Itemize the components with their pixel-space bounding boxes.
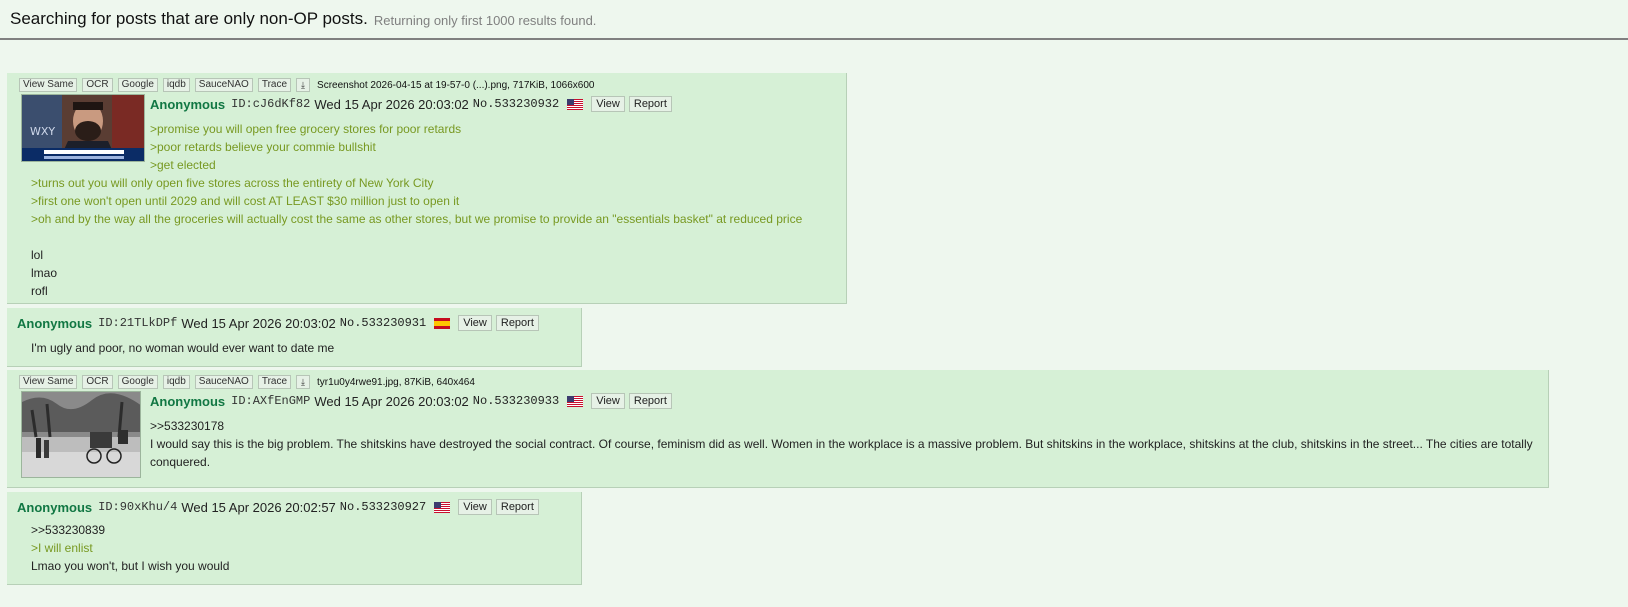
ocr-button[interactable]: OCR [82,375,113,389]
view-same-button[interactable]: View Same [19,78,78,92]
poster-name: Anonymous [17,499,93,515]
post-number[interactable]: No.533230931 [340,316,426,330]
poster-name: Anonymous [150,96,226,112]
greentext-line: >I will enlist [31,541,93,555]
thumbnail-image: WXY [22,95,144,161]
quote-link[interactable]: >>533230178 [150,417,224,435]
report-button[interactable]: Report [628,393,672,409]
thumbnail-image [22,392,140,477]
download-icon[interactable]: ⤓ [296,375,311,389]
post-date: Wed 15 Apr 2026 20:03:02 [314,393,469,409]
report-button[interactable]: Report [495,315,539,331]
spain-flag-icon [434,317,451,329]
saucenao-button[interactable]: SauceNAO [194,375,253,389]
view-same-button[interactable]: View Same [19,375,78,389]
post-number[interactable]: No.533230933 [473,394,559,408]
svg-text:WXY: WXY [30,125,55,138]
post: Anonymous ID:21TLkDPf Wed 15 Apr 2026 20… [7,308,582,367]
trace-button[interactable]: Trace [257,78,292,92]
search-title: Searching for posts that are only non-OP… [10,9,368,28]
google-button[interactable]: Google [117,78,158,92]
file-info[interactable]: tyr1u0y4rwe91.jpg, 87KiB, 640x464 [317,377,475,388]
post-thumbnail[interactable] [21,391,141,478]
view-button[interactable]: View [458,315,492,331]
post-number[interactable]: No.533230932 [473,97,559,111]
greentext-line: >poor retards believe your commie bullsh… [150,140,376,154]
poster-id[interactable]: ID:21TLkDPf [98,316,177,330]
view-button[interactable]: View [591,393,625,409]
greentext-line: >oh and by the way all the groceries wil… [31,212,803,226]
greentext-line: >promise you will open free grocery stor… [150,122,462,136]
poster-id[interactable]: ID:90xKhu/4 [98,500,177,514]
post-header: Anonymous ID:cJ6dKf82 Wed 15 Apr 2026 20… [150,96,672,112]
post-text-line: lol [31,248,44,262]
post-header: Anonymous ID:21TLkDPf Wed 15 Apr 2026 20… [17,315,539,331]
post-number[interactable]: No.533230927 [340,500,426,514]
post-date: Wed 15 Apr 2026 20:02:57 [181,499,336,515]
post-thumbnail[interactable]: WXY [21,94,145,162]
view-button[interactable]: View [591,96,625,112]
post-header: Anonymous ID:90xKhu/4 Wed 15 Apr 2026 20… [17,499,539,515]
post-date: Wed 15 Apr 2026 20:03:02 [314,96,469,112]
post-header: Anonymous ID:AXfEnGMP Wed 15 Apr 2026 20… [150,393,672,409]
post: View Same OCR Google iqdb SauceNAO Trace… [7,73,847,304]
file-toolbar: View Same OCR Google iqdb SauceNAO Trace… [19,78,594,92]
post-text: I would say this is the big problem. The… [150,437,1533,469]
post: View Same OCR Google iqdb SauceNAO Trace… [7,370,1549,488]
view-button[interactable]: View [458,499,492,515]
search-subtitle: Returning only first 1000 results found. [373,13,597,28]
quote-link[interactable]: >>533230839 [31,521,105,539]
iqdb-button[interactable]: iqdb [162,375,190,389]
report-button[interactable]: Report [495,499,539,515]
post-text-line: Lmao you won't, but I wish you would [31,559,230,573]
ocr-button[interactable]: OCR [82,78,113,92]
greentext-line: >get elected [150,158,216,172]
poster-id[interactable]: ID:cJ6dKf82 [231,97,310,111]
us-flag-icon [567,98,584,110]
poster-id[interactable]: ID:AXfEnGMP [231,394,310,408]
trace-button[interactable]: Trace [257,375,292,389]
us-flag-icon [567,395,584,407]
iqdb-button[interactable]: iqdb [162,78,190,92]
us-flag-icon [434,501,451,513]
file-toolbar: View Same OCR Google iqdb SauceNAO Trace… [19,375,475,389]
poster-name: Anonymous [150,393,226,409]
post-text-line: rofl [31,284,48,298]
greentext-line: >first one won't open until 2029 and wil… [31,194,460,208]
post: Anonymous ID:90xKhu/4 Wed 15 Apr 2026 20… [7,492,582,585]
poster-name: Anonymous [17,315,93,331]
report-button[interactable]: Report [628,96,672,112]
download-icon[interactable]: ⤓ [296,78,311,92]
search-header: Searching for posts that are only non-OP… [0,0,1628,40]
post-date: Wed 15 Apr 2026 20:03:02 [181,315,336,331]
greentext-line: >turns out you will only open five store… [31,176,434,190]
file-info[interactable]: Screenshot 2026-04-15 at 19-57-0 (...).p… [317,80,594,91]
post-text-line: lmao [31,266,58,280]
saucenao-button[interactable]: SauceNAO [194,78,253,92]
post-text-line: I'm ugly and poor, no woman would ever w… [31,341,335,355]
google-button[interactable]: Google [117,375,158,389]
